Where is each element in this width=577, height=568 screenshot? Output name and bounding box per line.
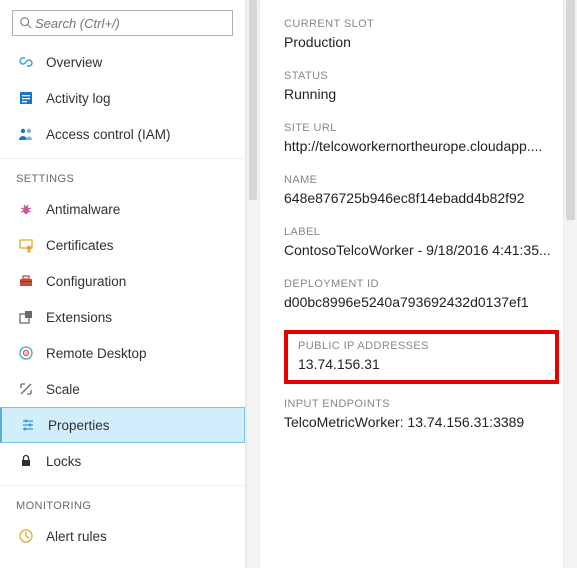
nav-label: Alert rules xyxy=(46,529,107,544)
field-deployment-id: DEPLOYMENT ID d00bc8996e5240a793692432d0… xyxy=(284,278,573,310)
field-value: TelcoMetricWorker: 13.74.156.31:3389 xyxy=(284,414,553,430)
field-input-endpoints: INPUT ENDPOINTS TelcoMetricWorker: 13.74… xyxy=(284,398,573,430)
nav-label: Properties xyxy=(48,418,110,433)
field-label: SITE URL xyxy=(284,122,553,134)
certificate-icon xyxy=(16,235,36,255)
section-monitoring: MONITORING xyxy=(0,485,245,518)
nav-properties[interactable]: Properties xyxy=(0,407,245,443)
nav-remote-desktop[interactable]: Remote Desktop xyxy=(0,335,245,371)
nav-locks[interactable]: Locks xyxy=(0,443,245,479)
link-icon xyxy=(16,52,36,72)
nav-alert-rules[interactable]: Alert rules xyxy=(0,518,245,554)
field-value: d00bc8996e5240a793692432d0137ef1 xyxy=(284,294,553,310)
nav-label: Configuration xyxy=(46,274,126,289)
nav-label: Antimalware xyxy=(46,202,120,217)
nav-label: Overview xyxy=(46,55,102,70)
search-input[interactable] xyxy=(33,15,226,32)
nav-activity-log[interactable]: Activity log xyxy=(0,80,245,116)
field-value: Production xyxy=(284,34,553,50)
nav-label: Access control (IAM) xyxy=(46,127,171,142)
nav-label: Certificates xyxy=(46,238,114,253)
nav-label: Locks xyxy=(46,454,81,469)
field-value: ContosoTelcoWorker - 9/18/2016 4:41:35..… xyxy=(284,242,553,258)
nav-overview[interactable]: Overview xyxy=(0,44,245,80)
details-scrollbar[interactable] xyxy=(563,0,577,568)
sidebar: Overview Activity log Access control (IA… xyxy=(0,0,246,568)
field-value: 13.74.156.31 xyxy=(298,356,545,372)
toolbox-icon xyxy=(16,271,36,291)
field-value: http://telcoworkernortheurope.cloudapp..… xyxy=(284,138,553,154)
field-value: Running xyxy=(284,86,553,102)
nav-certificates[interactable]: Certificates xyxy=(0,227,245,263)
nav-configuration[interactable]: Configuration xyxy=(0,263,245,299)
public-ip-highlight: PUBLIC IP ADDRESSES 13.74.156.31 xyxy=(284,330,559,384)
nav-label: Activity log xyxy=(46,91,111,106)
field-label: CURRENT SLOT xyxy=(284,18,553,30)
field-current-slot: CURRENT SLOT Production xyxy=(284,18,573,50)
field-label-field: LABEL ContosoTelcoWorker - 9/18/2016 4:4… xyxy=(284,226,573,258)
field-label: INPUT ENDPOINTS xyxy=(284,398,553,410)
field-label: LABEL xyxy=(284,226,553,238)
alert-icon xyxy=(16,526,36,546)
nav-label: Extensions xyxy=(46,310,112,325)
nav-access-control[interactable]: Access control (IAM) xyxy=(0,116,245,152)
search-icon xyxy=(19,16,33,30)
field-status: STATUS Running xyxy=(284,70,573,102)
people-icon xyxy=(16,124,36,144)
sidebar-scrollbar[interactable] xyxy=(246,0,260,568)
field-public-ip: PUBLIC IP ADDRESSES 13.74.156.31 xyxy=(298,340,545,372)
nav-label: Remote Desktop xyxy=(46,346,147,361)
nav-label: Scale xyxy=(46,382,80,397)
extensions-icon xyxy=(16,307,36,327)
section-settings: SETTINGS xyxy=(0,158,245,191)
nav-extensions[interactable]: Extensions xyxy=(0,299,245,335)
search-box[interactable] xyxy=(12,10,233,36)
remote-desktop-icon xyxy=(16,343,36,363)
field-value: 648e876725b946ec8f14ebadd4b82f92 xyxy=(284,190,553,206)
field-label: STATUS xyxy=(284,70,553,82)
field-site-url: SITE URL http://telcoworkernortheurope.c… xyxy=(284,122,573,154)
sliders-icon xyxy=(18,415,38,435)
field-name: NAME 648e876725b946ec8f14ebadd4b82f92 xyxy=(284,174,573,206)
properties-panel: CURRENT SLOT Production STATUS Running S… xyxy=(260,0,577,568)
field-label: NAME xyxy=(284,174,553,186)
log-icon xyxy=(16,88,36,108)
lock-icon xyxy=(16,451,36,471)
scale-icon xyxy=(16,379,36,399)
field-label: DEPLOYMENT ID xyxy=(284,278,553,290)
nav-scale[interactable]: Scale xyxy=(0,371,245,407)
nav-antimalware[interactable]: Antimalware xyxy=(0,191,245,227)
field-label: PUBLIC IP ADDRESSES xyxy=(298,340,545,352)
bug-icon xyxy=(16,199,36,219)
